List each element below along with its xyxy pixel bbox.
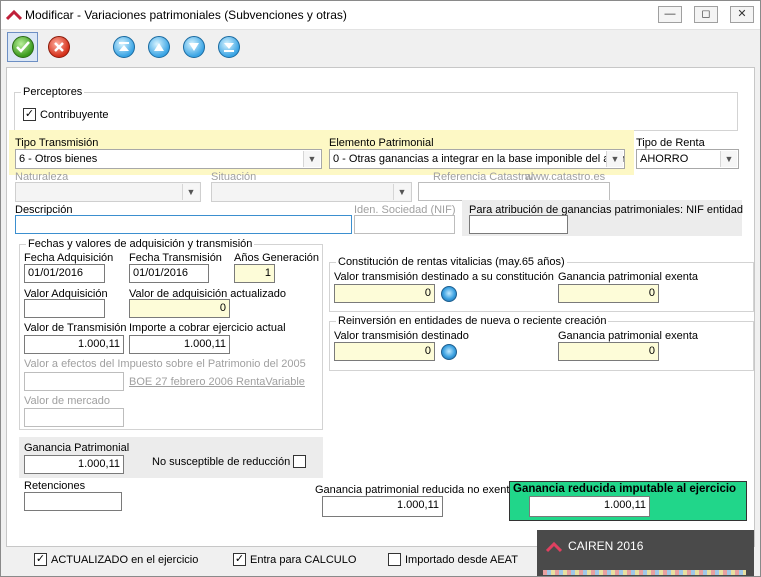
- valor-adquisicion-input[interactable]: [24, 299, 105, 318]
- chevron-down-icon: ▼: [606, 151, 623, 167]
- naturaleza-select[interactable]: ▼: [15, 182, 201, 202]
- toolbar: [1, 30, 760, 64]
- last-record-icon: [217, 36, 240, 58]
- app-logo-icon: [6, 9, 22, 21]
- reinversion-exenta-input[interactable]: 0: [558, 342, 659, 361]
- next-record-icon: [182, 36, 205, 58]
- app-logo-icon: [546, 541, 562, 553]
- boe-link[interactable]: BOE 27 febrero 2006 RentaVariable: [129, 376, 305, 389]
- valor-mercado-input[interactable]: [24, 408, 124, 427]
- nif-entidad-input[interactable]: [469, 215, 568, 234]
- reinversion-valor-input[interactable]: 0: [334, 342, 435, 361]
- valor-adq-actualizado-input[interactable]: 0: [129, 299, 230, 318]
- entra-calculo-label: Entra para CALCULO: [250, 554, 357, 566]
- reinversion-title: Reinversión en entidades de nueva o reci…: [336, 315, 609, 328]
- valor-patrimonio-label: Valor a efectos del Impuesto sobre el Pa…: [24, 358, 306, 370]
- no-reduccion-label: No susceptible de reducción: [152, 456, 291, 468]
- reducida-no-exenta-input[interactable]: 1.000,11: [322, 496, 443, 517]
- rentas-exenta-input[interactable]: 0: [558, 284, 659, 303]
- title-bar: Modificar - Variaciones patrimoniales (S…: [1, 1, 760, 30]
- situacion-select[interactable]: ▼: [211, 182, 412, 202]
- chevron-down-icon: ▼: [182, 184, 199, 200]
- contribuyente-checkbox[interactable]: ✓: [23, 108, 36, 121]
- chevron-down-icon: ▼: [303, 151, 320, 167]
- fecha-adquisicion-input[interactable]: 01/01/2016: [24, 264, 105, 283]
- elemento-patrimonial-value: 0 - Otras ganancias a integrar en la bas…: [333, 153, 625, 165]
- importe-cobrar-input[interactable]: 1.000,11: [129, 335, 230, 354]
- notification-title: CAIREN 2016: [568, 539, 644, 553]
- iden-sociedad-input[interactable]: [354, 215, 455, 234]
- descripcion-input[interactable]: [15, 215, 352, 234]
- next-record-button[interactable]: [178, 32, 209, 62]
- cancel-x-icon: [47, 36, 70, 58]
- chevron-down-icon: ▼: [393, 184, 410, 200]
- tipo-transmision-value: 6 - Otros bienes: [19, 153, 98, 165]
- last-record-button[interactable]: [213, 32, 244, 62]
- previous-record-button[interactable]: [143, 32, 174, 62]
- restore-button[interactable]: ◻: [694, 6, 718, 23]
- modal-window: Modificar - Variaciones patrimoniales (S…: [0, 0, 761, 577]
- first-record-icon: [112, 36, 135, 58]
- referencia-catastral-input[interactable]: [418, 182, 610, 201]
- taskbar-preview-strip: [543, 570, 746, 575]
- minimize-button[interactable]: —: [658, 6, 682, 23]
- perceptores-title: Perceptores: [21, 86, 85, 99]
- cancel-button[interactable]: [43, 32, 74, 62]
- perceptores-group: Perceptores ✓ Contribuyente: [14, 86, 738, 131]
- fechas-title: Fechas y valores de adquisición y transm…: [26, 238, 255, 251]
- importe-cobrar-label: Importe a cobrar ejercicio actual: [129, 322, 286, 334]
- reducida-imputable-label: Ganancia reducida imputable al ejercicio: [513, 483, 737, 495]
- fecha-transmision-input[interactable]: 01/01/2016: [129, 264, 209, 283]
- accept-button[interactable]: [7, 32, 38, 62]
- contribuyente-label: Contribuyente: [40, 109, 109, 121]
- valor-transmision-input[interactable]: 1.000,11: [24, 335, 124, 354]
- no-reduccion-checkbox[interactable]: [293, 455, 306, 468]
- notification-popup[interactable]: CAIREN 2016: [537, 530, 754, 576]
- actualizado-label: ACTUALIZADO en el ejercicio: [51, 554, 199, 566]
- rentas-exenta-label: Ganancia patrimonial exenta: [558, 271, 699, 283]
- first-record-button[interactable]: [108, 32, 139, 62]
- tipo-renta-select[interactable]: AHORRO ▼: [636, 149, 739, 169]
- valor-mercado-label: Valor de mercado: [24, 395, 111, 407]
- rentas-valor-input[interactable]: 0: [334, 284, 435, 303]
- entra-calculo-checkbox[interactable]: ✓: [233, 553, 246, 566]
- calculator-icon[interactable]: [441, 344, 457, 360]
- accept-check-icon: [11, 36, 34, 58]
- retenciones-input[interactable]: [24, 492, 122, 511]
- tipo-transmision-select[interactable]: 6 - Otros bienes ▼: [15, 149, 322, 169]
- valor-transmision-label: Valor de Transmisión: [24, 322, 127, 334]
- tipo-renta-value: AHORRO: [640, 153, 689, 165]
- valor-patrimonio-input[interactable]: [24, 372, 124, 391]
- ganancia-patrimonial-input[interactable]: 1.000,11: [24, 455, 124, 474]
- anos-generacion-input[interactable]: 1: [234, 264, 275, 283]
- importado-label: Importado desde AEAT: [405, 554, 518, 566]
- reducida-imputable-input[interactable]: 1.000,11: [529, 496, 650, 517]
- importado-checkbox[interactable]: [388, 553, 401, 566]
- elemento-patrimonial-select[interactable]: 0 - Otras ganancias a integrar en la bas…: [329, 149, 625, 169]
- form-panel: Perceptores ✓ Contribuyente Tipo Transmi…: [6, 67, 755, 547]
- chevron-down-icon: ▼: [720, 151, 737, 167]
- rentas-vitalicias-title: Constitución de rentas vitalicias (may.6…: [336, 256, 567, 269]
- actualizado-checkbox[interactable]: ✓: [34, 553, 47, 566]
- previous-record-icon: [147, 36, 170, 58]
- rentas-valor-label: Valor transmisión destinado a su constit…: [334, 271, 554, 283]
- window-title: Modificar - Variaciones patrimoniales (S…: [25, 8, 347, 22]
- calculator-icon[interactable]: [441, 286, 457, 302]
- close-button[interactable]: ✕: [730, 6, 754, 23]
- ganancia-patrimonial-label: Ganancia Patrimonial: [24, 442, 130, 454]
